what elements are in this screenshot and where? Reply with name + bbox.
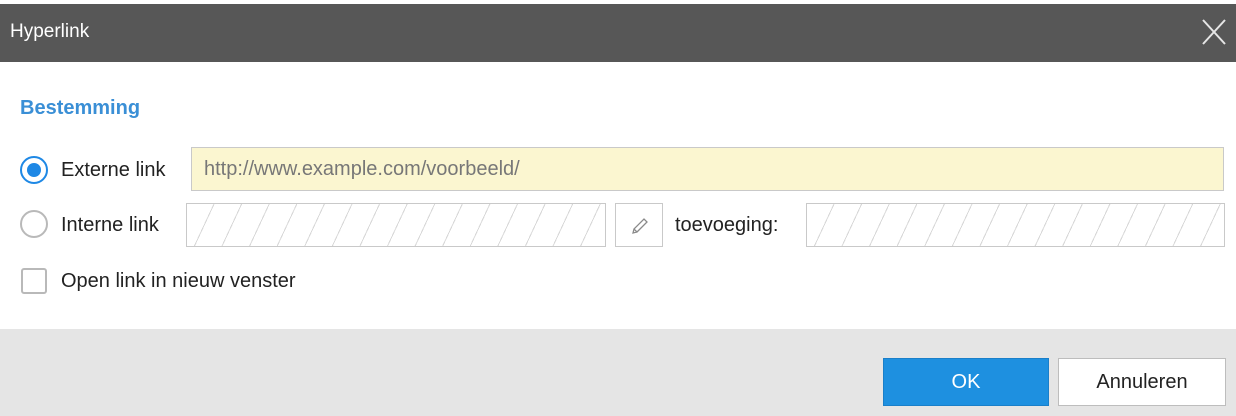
close-button[interactable] bbox=[1198, 15, 1230, 49]
addition-field[interactable] bbox=[806, 203, 1225, 247]
cancel-button[interactable]: Annuleren bbox=[1058, 358, 1226, 406]
pencil-icon bbox=[632, 218, 648, 234]
section-heading-destination: Bestemming bbox=[20, 97, 141, 119]
external-link-input[interactable] bbox=[191, 147, 1224, 191]
internal-link-field[interactable] bbox=[186, 203, 606, 247]
ok-button[interactable]: OK bbox=[883, 358, 1049, 406]
new-window-checkbox[interactable] bbox=[21, 268, 47, 294]
internal-link-radio[interactable] bbox=[20, 210, 48, 238]
radio-selected-dot bbox=[27, 163, 41, 177]
dialog-footer: OK Annuleren bbox=[0, 329, 1236, 416]
external-link-radio[interactable] bbox=[20, 156, 48, 184]
new-window-label: Open link in nieuw venster bbox=[61, 270, 296, 292]
addition-label: toevoeging: bbox=[675, 214, 779, 236]
dialog-title: Hyperlink bbox=[10, 21, 90, 42]
edit-internal-link-button[interactable] bbox=[615, 203, 663, 247]
dialog-titlebar: Hyperlink bbox=[0, 4, 1236, 62]
close-icon bbox=[1202, 19, 1226, 45]
internal-link-label: Interne link bbox=[61, 214, 159, 236]
external-link-label: Externe link bbox=[61, 159, 166, 181]
